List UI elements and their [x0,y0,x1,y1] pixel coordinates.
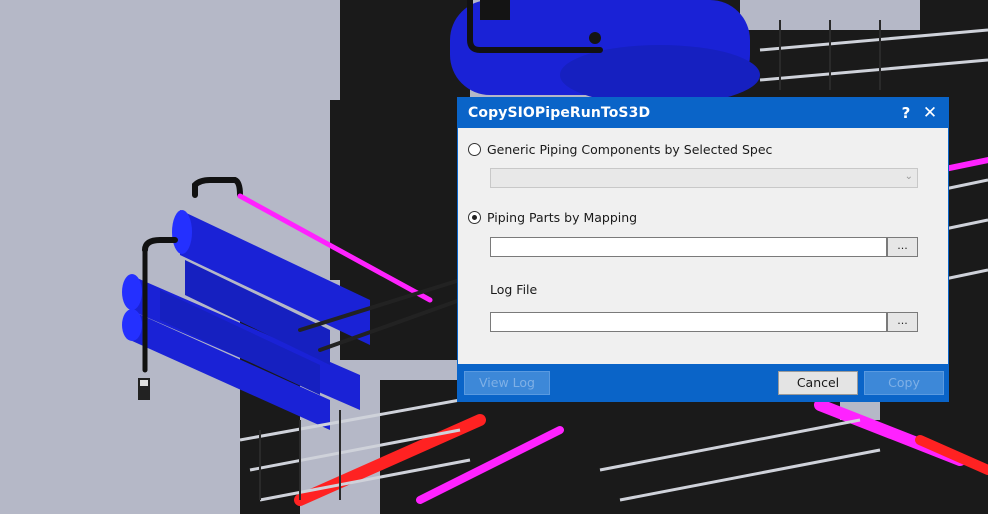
log-file-browse-button[interactable]: ... [887,312,918,332]
chevron-down-icon: ⌄ [904,171,913,182]
help-button[interactable]: ? [896,103,916,123]
mapping-radio[interactable] [468,211,481,224]
spec-dropdown[interactable]: ⌄ [490,168,918,188]
dialog-title: CopySIOPipeRunToS3D [468,105,651,121]
mapping-option[interactable]: Piping Parts by Mapping [468,210,637,225]
instrument [138,378,150,400]
copy-pipe-run-dialog: CopySIOPipeRunToS3D ? ✕ Generic Piping C… [457,97,949,402]
copy-button[interactable]: Copy [864,371,944,395]
log-file-input[interactable] [490,312,887,332]
close-button[interactable]: ✕ [920,103,940,123]
mapping-label: Piping Parts by Mapping [487,210,638,225]
log-file-label: Log File [490,282,538,297]
cancel-button[interactable]: Cancel [778,371,858,395]
generic-components-option[interactable]: Generic Piping Components by Selected Sp… [468,142,772,157]
generic-components-label: Generic Piping Components by Selected Sp… [487,142,773,157]
generic-components-radio[interactable] [468,143,481,156]
mapping-file-input[interactable] [490,237,887,257]
dialog-footer: View Log Cancel Copy [458,364,948,402]
view-log-button[interactable]: View Log [464,371,550,395]
dialog-titlebar[interactable]: CopySIOPipeRunToS3D ? ✕ [458,98,948,128]
mapping-browse-button[interactable]: ... [887,237,918,257]
